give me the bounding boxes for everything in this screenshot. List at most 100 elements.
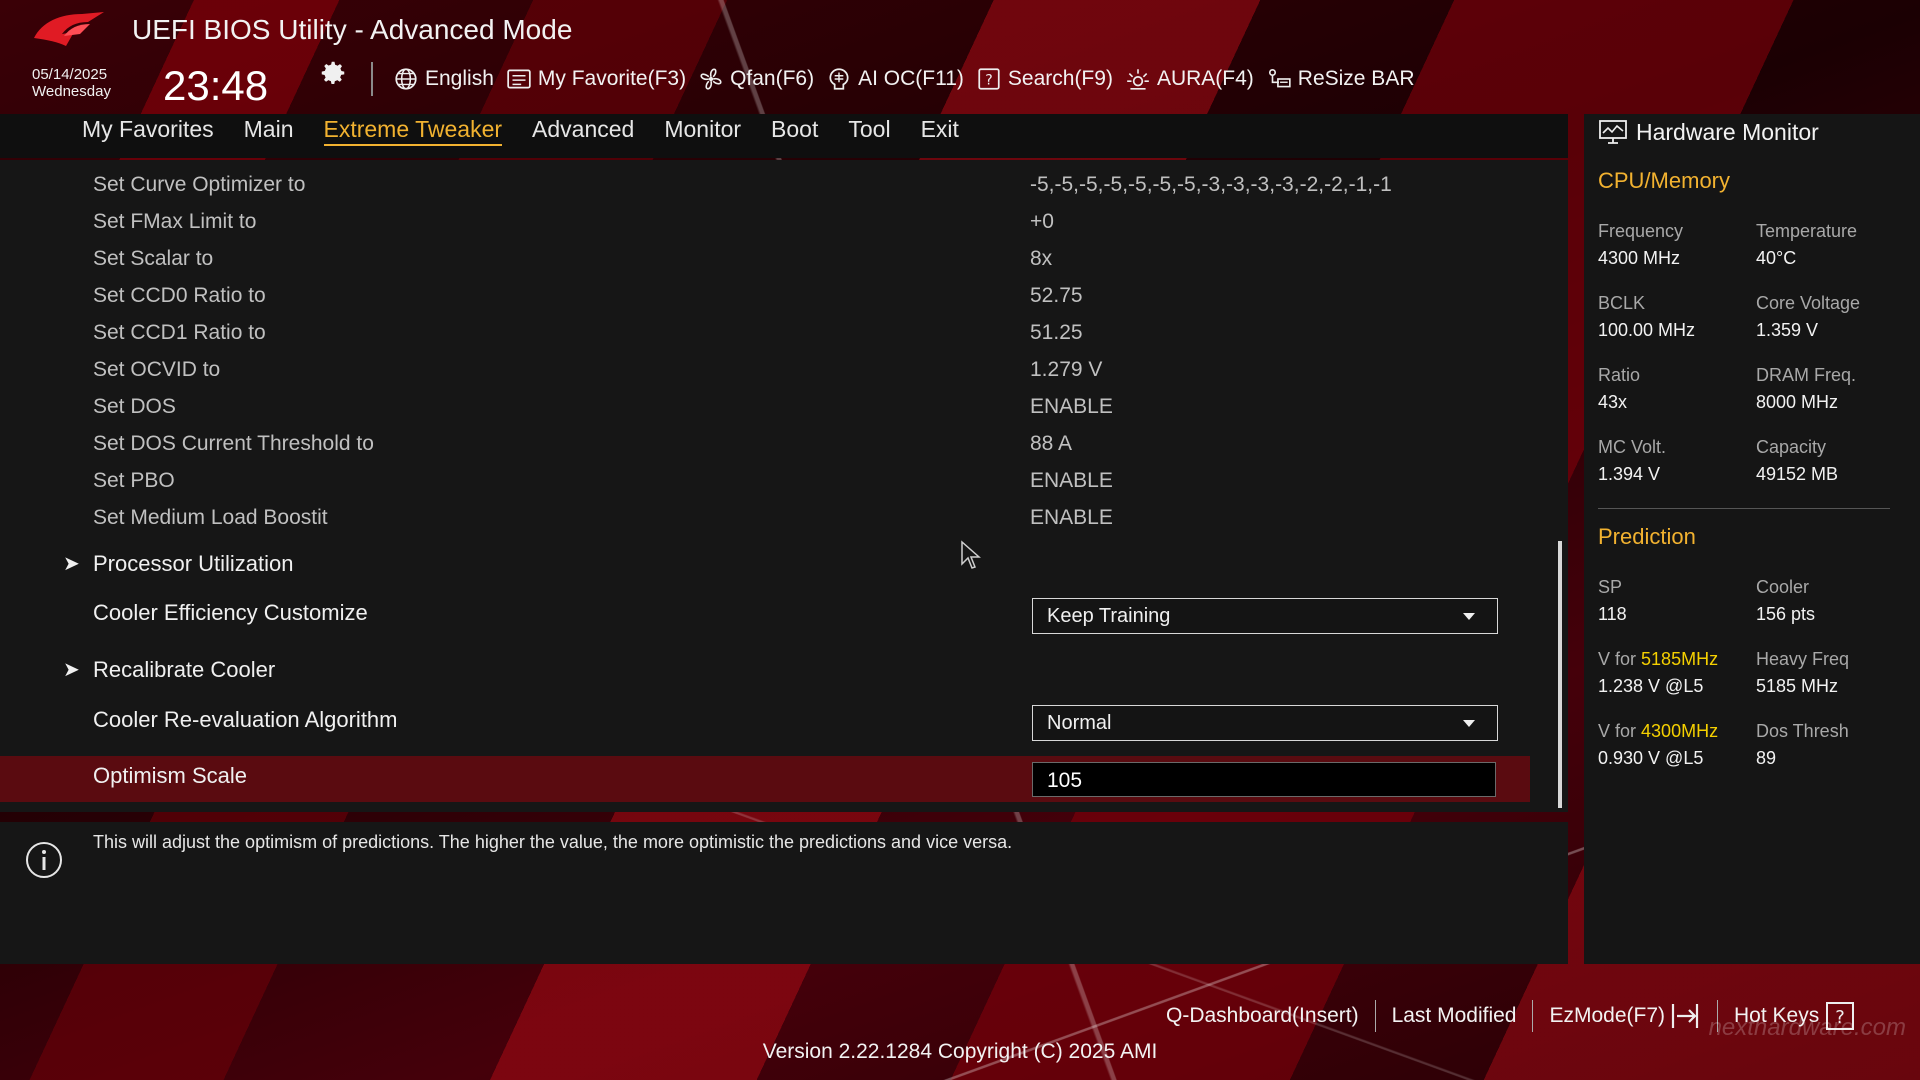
toolbar: English My Favorite(F3) Qfan(F6) AI OC(F… [393, 62, 1415, 96]
hw-label: Dos Thresh [1756, 721, 1849, 741]
aura-light-icon [1127, 69, 1149, 90]
ai-chip-icon [829, 68, 849, 90]
hw-label: BCLK [1598, 293, 1646, 313]
setting-value: 51.25 [1030, 321, 1083, 344]
setting-value: 52.75 [1030, 284, 1083, 307]
optimism-scale-label: Optimism Scale [93, 763, 248, 788]
language-label: English [425, 67, 494, 90]
weekday: Wednesday [32, 83, 111, 100]
setting-value: +0 [1030, 210, 1054, 233]
setting-label: Set CCD0 Ratio to [93, 284, 266, 307]
cooler-reeval-dropdown[interactable]: Normal [1032, 705, 1498, 741]
hw-label: MC Volt. [1598, 437, 1667, 457]
setting-value: -5,-5,-5,-5,-5,-5,-5,-3,-3,-3,-3,-2,-2,-… [1030, 173, 1392, 196]
resize-bar-button[interactable]: ReSize BAR [1266, 66, 1415, 92]
search-button[interactable]: ? Search(F9) [976, 66, 1113, 92]
setting-value: ENABLE [1030, 469, 1113, 492]
hw-capacity: Capacity 49152 MB [1756, 434, 1838, 488]
hw-divider [1598, 508, 1890, 509]
my-favorite-label: My Favorite(F3) [537, 67, 687, 90]
ai-oc-button[interactable]: AI OC(F11) [826, 66, 964, 92]
favorite-list-icon [507, 69, 531, 89]
tab-advanced[interactable]: Advanced [532, 116, 634, 146]
help-search-icon: ? [978, 68, 1000, 90]
hw-value: 118 [1598, 604, 1627, 624]
ai-oc-label: AI OC(F11) [858, 67, 964, 90]
submenu-arrow-icon: ➤ [63, 659, 80, 681]
hw-temperature: Temperature 40°C [1756, 218, 1857, 272]
hw-value: 89 [1756, 748, 1777, 768]
qfan-button[interactable]: Qfan(F6) [698, 66, 814, 92]
setting-value: ENABLE [1030, 506, 1113, 529]
hw-value: 8000 MHz [1756, 392, 1839, 412]
resize-bar-icon [1268, 68, 1291, 88]
hw-label: Temperature [1756, 221, 1858, 241]
cpu-memory-title: CPU/Memory [1598, 168, 1731, 193]
hw-value: 49152 MB [1756, 464, 1839, 484]
hw-value: 43x [1598, 392, 1628, 412]
hw-value: 1.238 V @L5 [1598, 676, 1704, 696]
date-display: 05/14/2025 Wednesday [32, 66, 111, 100]
hw-value: 100.00 MHz [1598, 320, 1696, 340]
hw-value: 156 pts [1756, 604, 1816, 624]
cooler-efficiency-label: Cooler Efficiency Customize [93, 600, 368, 625]
rog-logo-icon [34, 12, 104, 46]
hw-dram-freq: DRAM Freq. 8000 MHz [1756, 362, 1856, 416]
ezmode-button[interactable]: EzMode(F7) [1549, 1002, 1701, 1030]
tab-tool[interactable]: Tool [848, 116, 890, 146]
dropdown-caret-icon [1463, 720, 1475, 727]
setting-value: 1.279 V [1030, 358, 1103, 381]
fan-icon [700, 68, 722, 90]
tab-monitor[interactable]: Monitor [664, 116, 741, 146]
watermark: nexthardware.com [1708, 1014, 1906, 1041]
hw-value: 4300 MHz [1598, 248, 1681, 268]
ezmode-label: EzMode(F7) [1549, 1004, 1666, 1027]
setting-value: 8x [1030, 247, 1053, 270]
hw-freq-highlight: 5185MHz [1641, 649, 1719, 669]
cooler-reeval-label: Cooler Re-evaluation Algorithm [93, 707, 398, 732]
tab-exit[interactable]: Exit [921, 116, 959, 146]
prediction-title: Prediction [1598, 524, 1696, 549]
setting-value: 88 A [1030, 432, 1073, 455]
hw-label: Cooler [1756, 577, 1810, 597]
footer-divider [1374, 1000, 1376, 1032]
hw-dos-thresh: Dos Thresh 89 [1756, 718, 1849, 772]
exit-arrow-icon [1671, 1004, 1699, 1028]
qfan-label: Qfan(F6) [730, 67, 815, 90]
tab-extreme-tweaker[interactable]: Extreme Tweaker [323, 116, 503, 146]
aura-label: AURA(F4) [1156, 67, 1254, 90]
monitor-icon [1599, 120, 1627, 144]
dropdown-caret-icon [1463, 613, 1475, 620]
optimism-scale-input[interactable]: 105 [1032, 762, 1496, 797]
hw-v-high-freq: V for 5185MHz 1.238 V @L5 [1598, 646, 1718, 700]
tab-main[interactable]: Main [244, 116, 294, 146]
hw-label: Capacity [1756, 437, 1827, 457]
setting-label: Set CCD1 Ratio to [93, 321, 266, 344]
hw-label: Ratio [1598, 365, 1641, 385]
tab-my-favorites[interactable]: My Favorites [82, 116, 214, 146]
aura-button[interactable]: AURA(F4) [1125, 66, 1254, 92]
hw-freq-highlight: 4300MHz [1641, 721, 1719, 741]
search-label: Search(F9) [1007, 67, 1113, 90]
setting-label: Set FMax Limit to [93, 210, 257, 233]
gear-icon[interactable] [318, 58, 348, 88]
scrollbar[interactable] [1558, 541, 1562, 808]
setting-value: ENABLE [1030, 395, 1113, 418]
info-icon [26, 842, 62, 878]
last-modified-button[interactable]: Last Modified [1392, 1004, 1517, 1028]
header-divider [371, 62, 373, 96]
cooler-efficiency-dropdown[interactable]: Keep Training [1032, 598, 1498, 634]
hw-value: 1.359 V [1756, 320, 1819, 340]
my-favorite-button[interactable]: My Favorite(F3) [506, 66, 686, 92]
hw-label: Heavy Freq [1756, 649, 1850, 669]
version-text: Version 2.22.1284 Copyright (C) 2025 AMI [762, 1040, 1158, 1063]
globe-icon [395, 68, 417, 90]
language-button[interactable]: English [393, 66, 494, 92]
tab-boot[interactable]: Boot [771, 116, 818, 146]
mouse-cursor-icon [961, 540, 981, 569]
clock: 23:48 [163, 62, 269, 109]
main-menu: My Favorites Main Extreme Tweaker Advanc… [82, 116, 959, 146]
q-dashboard-button[interactable]: Q-Dashboard(Insert) [1166, 1004, 1359, 1028]
hw-ratio: Ratio 43x [1598, 362, 1640, 416]
svg-text:?: ? [985, 72, 992, 88]
